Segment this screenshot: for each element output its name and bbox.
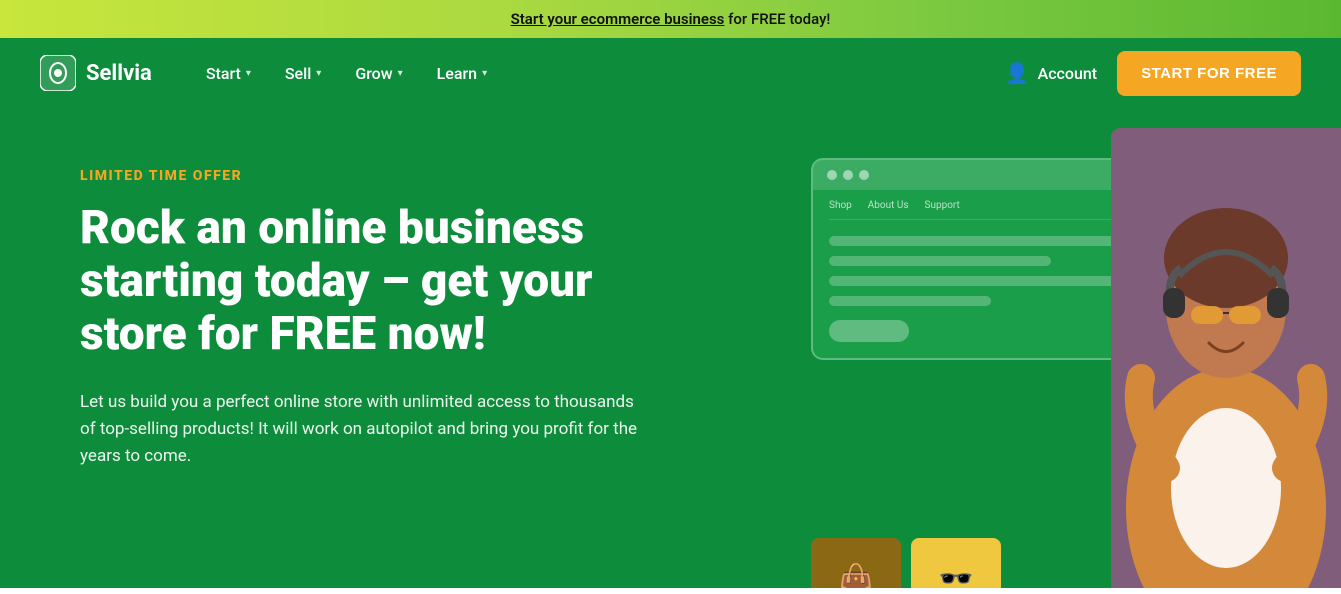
mock-button — [829, 320, 909, 342]
nav-grow-chevron: ▾ — [398, 68, 403, 79]
banner-link[interactable]: Start your ecommerce business — [511, 10, 725, 28]
hero-content: LIMITED TIME OFFER Rock an online busine… — [80, 158, 700, 470]
top-banner: Start your ecommerce business for FREE t… — [0, 0, 1341, 38]
browser-nav-shop: Shop — [829, 200, 852, 211]
mock-line-2 — [829, 256, 1051, 266]
nav-start[interactable]: Start ▾ — [192, 56, 265, 91]
nav-sell-chevron: ▾ — [316, 68, 321, 79]
nav-start-label: Start — [206, 64, 241, 83]
browser-nav-support: Support — [925, 200, 960, 211]
nav-start-chevron: ▾ — [246, 68, 251, 79]
account-icon: 👤 — [1005, 61, 1030, 85]
nav-grow-label: Grow — [355, 64, 392, 83]
mock-line-1 — [829, 236, 1152, 246]
browser-nav-about: About Us — [868, 200, 909, 211]
hero-image-area: Shop About Us Support 👜 🕶️ — [781, 128, 1341, 588]
account-label: Account — [1038, 64, 1098, 83]
product-thumbnails: 👜 🕶️ — [811, 538, 1001, 588]
nav-learn-label: Learn — [437, 64, 477, 83]
nav-sell-label: Sell — [285, 64, 311, 83]
product-thumb-glasses: 🕶️ — [911, 538, 1001, 588]
browser-dot-1 — [827, 170, 837, 180]
main-nav: Start ▾ Sell ▾ Grow ▾ Learn ▾ — [192, 56, 1005, 91]
start-for-free-button[interactable]: START FOR FREE — [1117, 51, 1301, 96]
logo-icon — [40, 55, 76, 91]
account-button[interactable]: 👤 Account — [1005, 61, 1097, 85]
hero-subtitle: Let us build you a perfect online store … — [80, 389, 640, 471]
nav-learn-chevron: ▾ — [482, 68, 487, 79]
mock-line-4 — [829, 296, 991, 306]
hero-section: LIMITED TIME OFFER Rock an online busine… — [0, 108, 1341, 588]
nav-sell[interactable]: Sell ▾ — [271, 56, 335, 91]
header-right: 👤 Account START FOR FREE — [1005, 51, 1301, 96]
person-svg — [1111, 128, 1341, 588]
logo[interactable]: Sellvia — [40, 55, 152, 91]
product-thumb-belt: 👜 — [811, 538, 901, 588]
person-silhouette — [1111, 128, 1341, 588]
nav-grow[interactable]: Grow ▾ — [341, 56, 416, 91]
person-photo — [1111, 128, 1341, 588]
logo-text: Sellvia — [86, 61, 152, 86]
limited-offer-label: LIMITED TIME OFFER — [80, 168, 700, 184]
glasses-icon: 🕶️ — [911, 538, 1001, 588]
mock-line-3 — [829, 276, 1152, 286]
hero-title: Rock an online business starting today –… — [80, 202, 700, 361]
header: Sellvia Start ▾ Sell ▾ Grow ▾ Learn ▾ 👤 … — [0, 38, 1341, 108]
browser-dot-2 — [843, 170, 853, 180]
banner-text-after: for FREE today! — [724, 10, 830, 28]
belt-icon: 👜 — [811, 538, 901, 588]
browser-dot-3 — [859, 170, 869, 180]
nav-learn[interactable]: Learn ▾ — [423, 56, 501, 91]
